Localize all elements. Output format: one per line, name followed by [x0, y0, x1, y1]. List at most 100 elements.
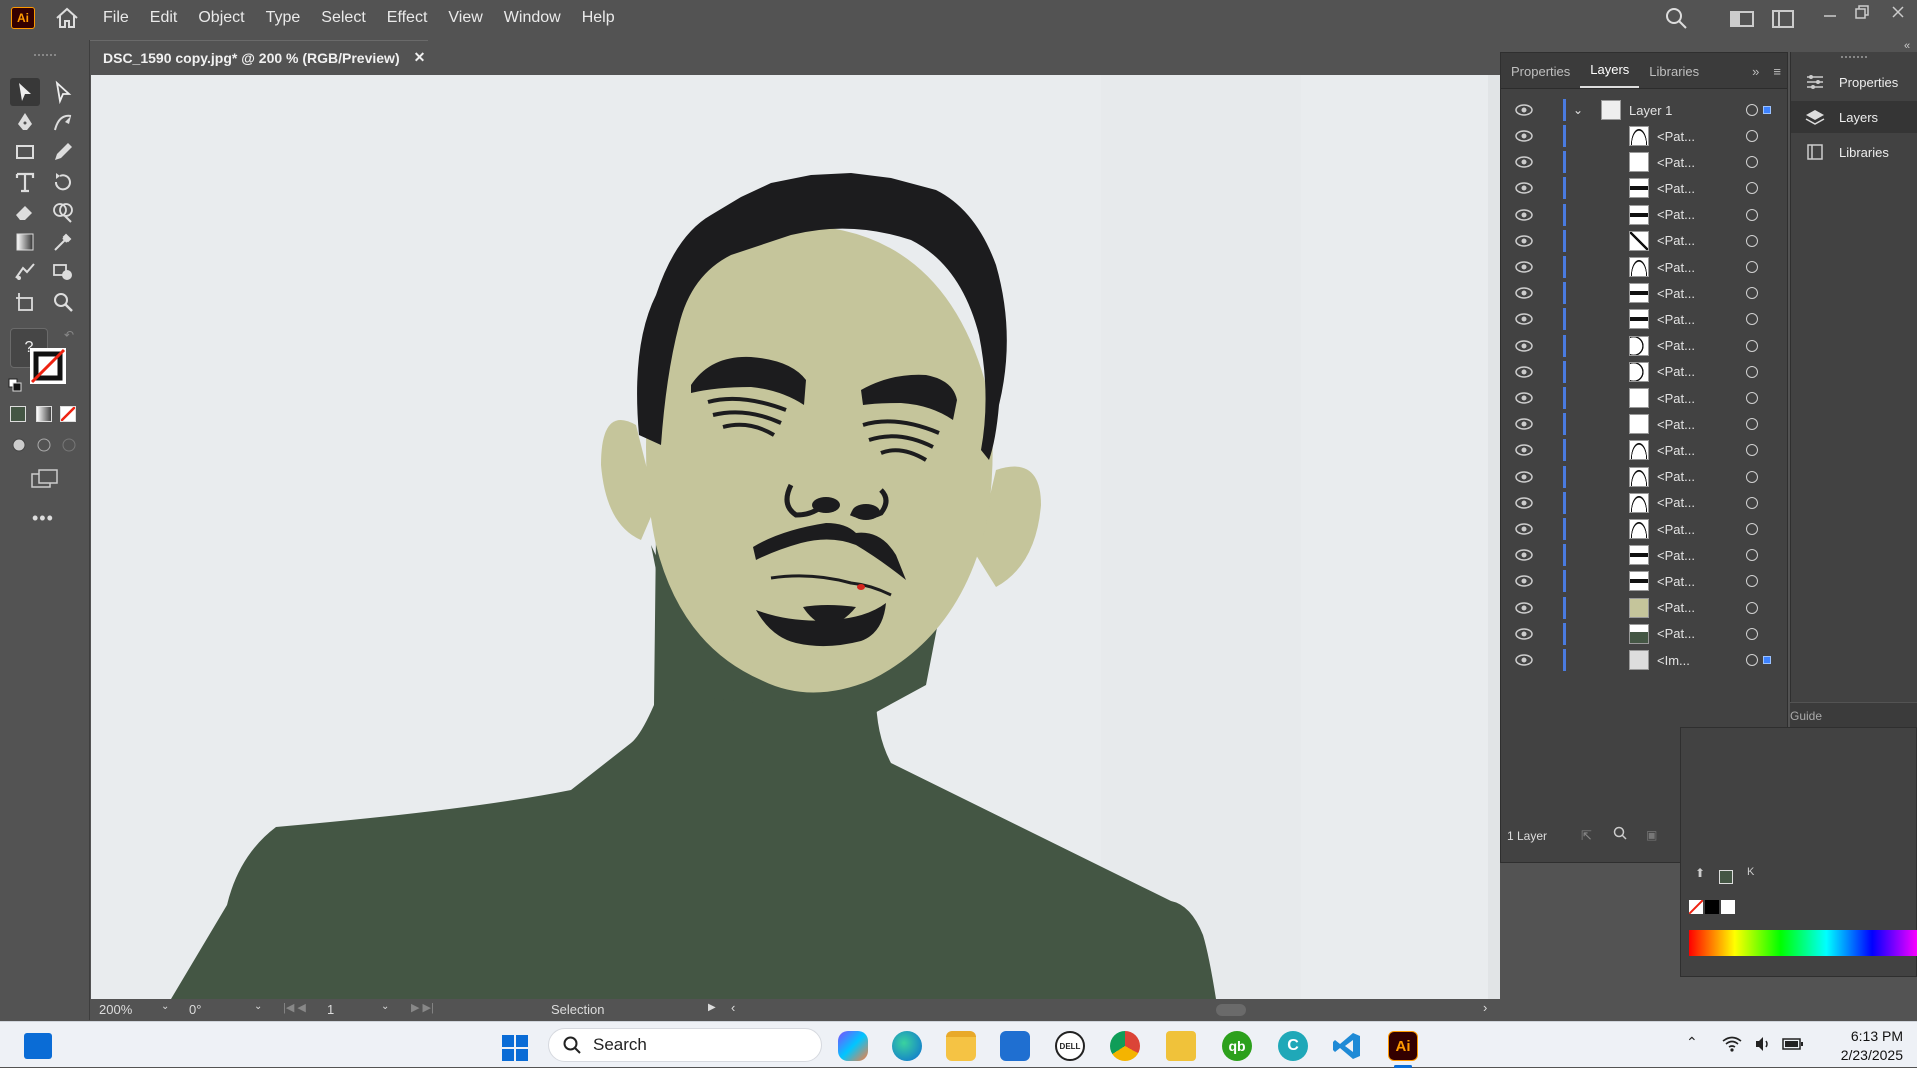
path-label[interactable]: <Pat...: [1657, 233, 1695, 248]
visibility-eye-icon[interactable]: [1515, 654, 1533, 666]
clock-time[interactable]: 6:13 PM: [1827, 1028, 1903, 1044]
locate-object-icon[interactable]: [1613, 826, 1627, 845]
layer-row[interactable]: <Pat...: [1501, 254, 1787, 280]
first-artboard-icon[interactable]: |◀ ◀: [283, 1001, 306, 1014]
visibility-eye-icon[interactable]: [1515, 261, 1533, 273]
layer-row[interactable]: <Pat...: [1501, 437, 1787, 463]
visibility-eye-icon[interactable]: [1515, 392, 1533, 404]
visibility-eye-icon[interactable]: [1515, 575, 1533, 588]
path-label[interactable]: <Pat...: [1657, 260, 1695, 275]
panel-expand-icon[interactable]: »: [1742, 64, 1767, 88]
chrome-browser-icon[interactable]: [1110, 1031, 1140, 1061]
minimize-icon[interactable]: [1822, 6, 1838, 27]
path-label[interactable]: <Pat...: [1657, 286, 1695, 301]
tab-properties[interactable]: Properties: [1501, 64, 1580, 88]
path-target-icon[interactable]: [1746, 654, 1758, 666]
rectangle-tool-icon[interactable]: [10, 138, 40, 166]
rotation-value[interactable]: 0°: [189, 1002, 201, 1017]
default-fill-stroke-icon[interactable]: [8, 378, 22, 392]
path-selection-indicator[interactable]: [1763, 656, 1771, 664]
draw-inside-icon[interactable]: [60, 436, 78, 454]
none-swatch[interactable]: [1688, 899, 1704, 915]
c-app-icon[interactable]: C: [1278, 1031, 1308, 1061]
shape-builder-tool-icon[interactable]: [48, 198, 78, 226]
visibility-eye-icon[interactable]: [1515, 549, 1533, 561]
draw-behind-icon[interactable]: [35, 436, 53, 454]
start-icon[interactable]: [501, 1034, 529, 1067]
arrange-documents-icon[interactable]: [1730, 10, 1754, 33]
layer-row[interactable]: <Im...: [1501, 647, 1787, 673]
restore-icon[interactable]: [1854, 4, 1870, 25]
path-label[interactable]: <Im...: [1657, 653, 1690, 668]
visibility-eye-icon[interactable]: [1515, 366, 1533, 378]
dell-icon[interactable]: DELL: [1055, 1031, 1085, 1061]
edit-toolbar-icon[interactable]: •••: [32, 508, 54, 529]
none-mode-icon[interactable]: [60, 406, 76, 422]
layer-row[interactable]: <Pat...: [1501, 464, 1787, 490]
path-target-icon[interactable]: [1746, 523, 1758, 535]
wifi-icon[interactable]: [1722, 1036, 1742, 1057]
artboard-number[interactable]: 1: [327, 1002, 334, 1017]
layer-row[interactable]: <Pat...: [1501, 568, 1787, 594]
black-swatch[interactable]: [1705, 900, 1719, 914]
path-target-icon[interactable]: [1746, 234, 1758, 247]
rotate-tool-icon[interactable]: [48, 168, 78, 196]
path-label[interactable]: <Pat...: [1657, 574, 1695, 589]
scroll-left-icon[interactable]: ‹: [731, 1000, 735, 1015]
path-label[interactable]: <Pat...: [1657, 364, 1695, 379]
path-target-icon[interactable]: [1746, 287, 1758, 300]
path-target-icon[interactable]: [1746, 418, 1758, 431]
path-target-icon[interactable]: [1746, 601, 1758, 614]
color-mode-icon[interactable]: [10, 406, 26, 422]
path-label[interactable]: <Pat...: [1657, 129, 1695, 144]
edge-browser-icon[interactable]: [892, 1031, 922, 1061]
layer-row[interactable]: <Pat...: [1501, 359, 1787, 385]
blend-tool-icon[interactable]: [10, 258, 40, 286]
pen-tool-icon[interactable]: [10, 108, 40, 136]
layer-row-parent[interactable]: ⌄ Layer 1: [1501, 97, 1787, 123]
path-target-icon[interactable]: [1746, 208, 1758, 221]
layer-row[interactable]: <Pat...: [1501, 385, 1787, 411]
menu-edit[interactable]: Edit: [150, 9, 178, 27]
visibility-eye-icon[interactable]: [1515, 339, 1533, 352]
scroll-right-icon[interactable]: ›: [1483, 1000, 1487, 1015]
menu-type[interactable]: Type: [266, 9, 301, 27]
menu-view[interactable]: View: [448, 9, 482, 27]
path-label[interactable]: <Pat...: [1657, 495, 1695, 510]
visibility-eye-icon[interactable]: [1515, 313, 1533, 326]
layer-row[interactable]: <Pat...: [1501, 228, 1787, 254]
volume-icon[interactable]: [1754, 1035, 1772, 1058]
show-hidden-icons-icon[interactable]: ⌃: [1686, 1034, 1698, 1051]
path-label[interactable]: <Pat...: [1657, 600, 1695, 615]
visibility-eye-icon[interactable]: [1515, 444, 1533, 457]
zoom-dropdown-icon[interactable]: ⌄: [161, 1001, 169, 1012]
screen-mode-icon[interactable]: [30, 468, 60, 490]
direct-selection-tool-icon[interactable]: [48, 78, 78, 106]
close-tab-icon[interactable]: ✕: [414, 49, 426, 66]
battery-icon[interactable]: [1782, 1037, 1804, 1056]
photos-app-icon[interactable]: [1166, 1031, 1196, 1061]
menu-effect[interactable]: Effect: [387, 9, 428, 27]
artboard-canvas[interactable]: [91, 75, 1500, 999]
layer-name[interactable]: Layer 1: [1629, 103, 1672, 118]
dock-libraries[interactable]: Libraries: [1791, 136, 1917, 168]
expand-chevron-icon[interactable]: ⌄: [1573, 103, 1583, 117]
layer-row[interactable]: <Pat...: [1501, 411, 1787, 437]
color-panel-arrow-icon[interactable]: ⬆: [1695, 866, 1705, 880]
live-paint-tool-icon[interactable]: [48, 258, 78, 286]
layer-row[interactable]: <Pat...: [1501, 542, 1787, 568]
menu-file[interactable]: File: [103, 9, 129, 27]
layer-row[interactable]: <Pat...: [1501, 621, 1787, 647]
visibility-eye-icon[interactable]: [1515, 235, 1533, 247]
collapse-dock-icon[interactable]: «: [1904, 40, 1910, 52]
document-tab[interactable]: DSC_1590 copy.jpg* @ 200 % (RGB/Preview)…: [90, 40, 428, 74]
path-label[interactable]: <Pat...: [1657, 417, 1695, 432]
path-target-icon[interactable]: [1746, 627, 1758, 640]
layer-target-icon[interactable]: [1746, 104, 1758, 116]
white-swatch[interactable]: [1721, 900, 1735, 914]
vscode-icon[interactable]: [1332, 1031, 1362, 1061]
layer-row[interactable]: <Pat...: [1501, 595, 1787, 621]
path-label[interactable]: <Pat...: [1657, 181, 1695, 196]
last-artboard-icon[interactable]: ▶ ▶|: [411, 1001, 434, 1014]
visibility-eye-icon[interactable]: [1515, 182, 1533, 195]
